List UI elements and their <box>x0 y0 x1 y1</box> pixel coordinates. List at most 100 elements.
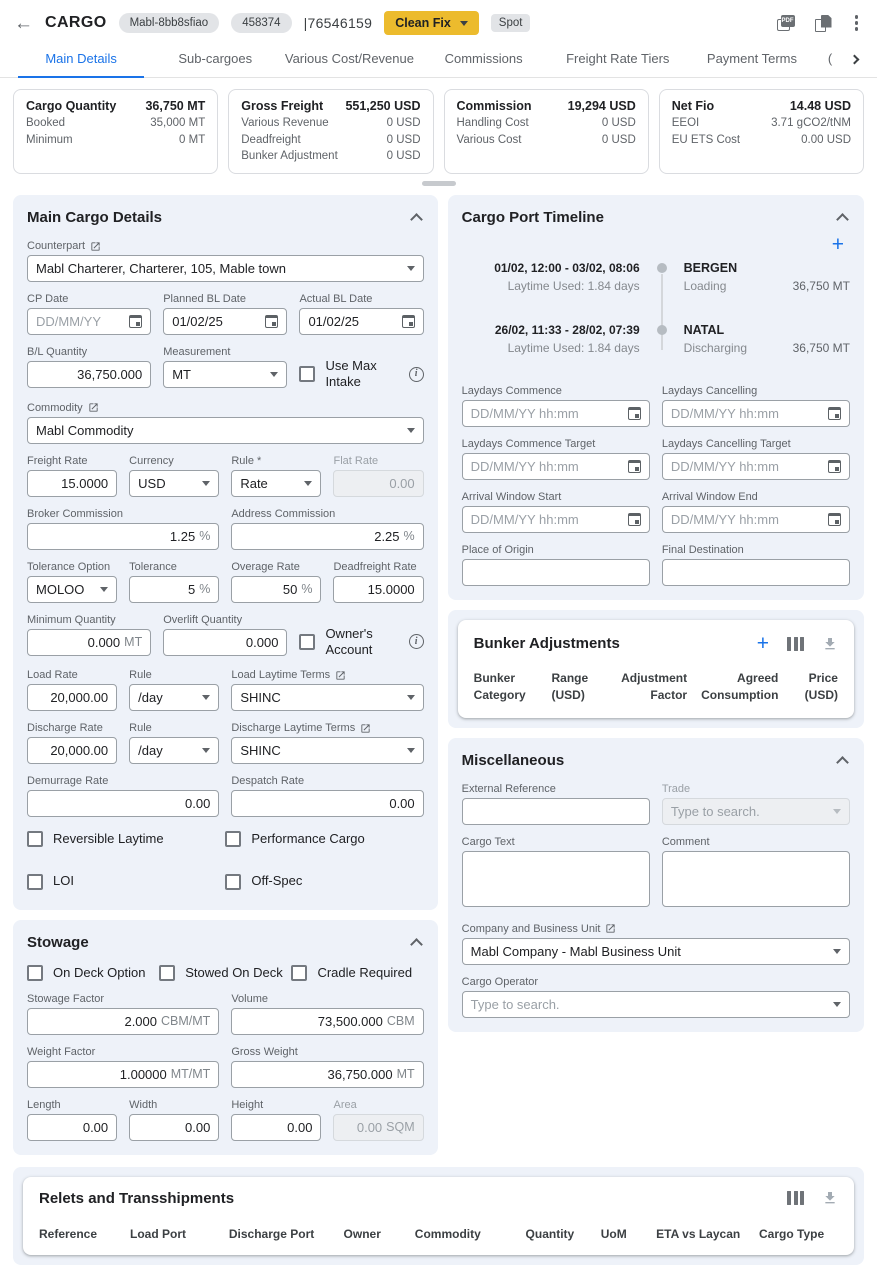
clean-fix-button[interactable]: Clean Fix <box>384 11 479 35</box>
external-link-icon[interactable] <box>335 670 346 681</box>
section-main-cargo-details: Main Cargo Details Counterpart Mabl Char… <box>13 195 438 910</box>
collapse-section-button[interactable] <box>836 756 849 769</box>
measurement-select[interactable]: MT <box>163 361 287 388</box>
gross-weight-input[interactable]: 36,750.000MT <box>231 1061 423 1088</box>
tab-main-details[interactable]: Main Details <box>14 42 148 77</box>
counterpart-select[interactable]: Mabl Charterer, Charterer, 105, Mable to… <box>27 255 424 282</box>
dropdown-arrow-icon <box>407 695 415 700</box>
external-link-icon[interactable] <box>90 241 101 252</box>
external-link-icon[interactable] <box>88 402 99 413</box>
overage-rate-input[interactable]: 50% <box>231 576 321 603</box>
tab-overflow[interactable]: ( <box>819 42 841 77</box>
weight-factor-input[interactable]: 1.00000MT/MT <box>27 1061 219 1088</box>
external-reference-input[interactable] <box>462 798 650 825</box>
company-business-unit-select[interactable]: Mabl Company - Mabl Business Unit <box>462 938 850 965</box>
place-of-origin-input[interactable] <box>462 559 650 586</box>
calendar-icon[interactable] <box>828 407 841 420</box>
address-commission-input[interactable]: 2.25% <box>231 523 423 550</box>
actual-bl-date-input[interactable]: 01/02/25 <box>299 308 423 335</box>
tabs-scroll-right-button[interactable] <box>841 42 867 77</box>
collapse-section-button[interactable] <box>836 213 849 226</box>
calendar-icon[interactable] <box>628 407 641 420</box>
cargo-text-input[interactable] <box>462 851 650 907</box>
download-icon[interactable] <box>822 636 838 652</box>
calendar-icon[interactable] <box>828 513 841 526</box>
commodity-select[interactable]: Mabl Commodity <box>27 417 424 444</box>
stowage-factor-input[interactable]: 2.000CBM/MT <box>27 1008 219 1035</box>
calendar-icon[interactable] <box>628 460 641 473</box>
calendar-icon[interactable] <box>628 513 641 526</box>
external-link-icon[interactable] <box>360 723 371 734</box>
width-input[interactable]: 0.00 <box>129 1114 219 1141</box>
off-spec-checkbox[interactable] <box>225 874 241 890</box>
on-deck-option-checkbox[interactable] <box>27 965 43 981</box>
final-destination-input[interactable] <box>662 559 850 586</box>
tab-various-cost-revenue[interactable]: Various Cost/Revenue <box>282 42 416 77</box>
stowed-on-deck-checkbox[interactable] <box>159 965 175 981</box>
laydays-cancelling-target-input[interactable]: DD/MM/YY hh:mm <box>662 453 850 480</box>
despatch-rate-input[interactable]: 0.00 <box>231 790 423 817</box>
calendar-icon[interactable] <box>129 315 142 328</box>
demurrage-rate-input[interactable]: 0.00 <box>27 790 219 817</box>
planned-bl-date-input[interactable]: 01/02/25 <box>163 308 287 335</box>
cp-date-input[interactable]: DD/MM/YY <box>27 308 151 335</box>
laydays-cancelling-input[interactable]: DD/MM/YY hh:mm <box>662 400 850 427</box>
tab-sub-cargoes[interactable]: Sub-cargoes <box>148 42 282 77</box>
calendar-icon[interactable] <box>828 460 841 473</box>
discharge-laytime-terms-select[interactable]: SHINC <box>231 737 423 764</box>
calendar-icon[interactable] <box>265 315 278 328</box>
owners-account-checkbox[interactable] <box>299 634 315 650</box>
length-input[interactable]: 0.00 <box>27 1114 117 1141</box>
cargo-id-badge: Mabl-8bb8sfiao <box>119 13 220 33</box>
cargo-operator-select[interactable]: Type to search. <box>462 991 850 1018</box>
cradle-required-checkbox[interactable] <box>291 965 307 981</box>
discharge-rate-input[interactable]: 20,000.00 <box>27 737 117 764</box>
calendar-icon[interactable] <box>402 315 415 328</box>
add-bunker-adjustment-button[interactable]: + <box>757 633 769 654</box>
overlift-quantity-input[interactable]: 0.000 <box>163 629 287 656</box>
broker-commission-input[interactable]: 1.25% <box>27 523 219 550</box>
load-rule-select[interactable]: /day <box>129 684 219 711</box>
back-button[interactable]: ← <box>14 14 33 33</box>
tab-freight-rate-tiers[interactable]: Freight Rate Tiers <box>551 42 685 77</box>
volume-input[interactable]: 73,500.000CBM <box>231 1008 423 1035</box>
columns-icon[interactable] <box>787 1191 804 1205</box>
add-port-button[interactable]: + <box>832 234 844 255</box>
rule-select[interactable]: Rate <box>231 470 321 497</box>
use-max-intake-checkbox[interactable] <box>299 366 315 382</box>
reversible-laytime-checkbox[interactable] <box>27 831 43 847</box>
load-rate-input[interactable]: 20,000.00 <box>27 684 117 711</box>
info-icon[interactable]: i <box>409 634 424 649</box>
tolerance-option-select[interactable]: MOLOO <box>27 576 117 603</box>
freight-rate-input[interactable]: 15.0000 <box>27 470 117 497</box>
discharge-rule-select[interactable]: /day <box>129 737 219 764</box>
arrival-window-end-input[interactable]: DD/MM/YY hh:mm <box>662 506 850 533</box>
more-options-button[interactable] <box>852 13 862 34</box>
load-laytime-terms-select[interactable]: SHINC <box>231 684 423 711</box>
tab-payment-terms[interactable]: Payment Terms <box>685 42 819 77</box>
download-icon[interactable] <box>822 1190 838 1206</box>
laydays-commence-target-input[interactable]: DD/MM/YY hh:mm <box>462 453 650 480</box>
bl-quantity-input[interactable]: 36,750.000 <box>27 361 151 388</box>
height-input[interactable]: 0.00 <box>231 1114 321 1141</box>
deadfreight-rate-input[interactable]: 15.0000 <box>333 576 423 603</box>
performance-cargo-checkbox[interactable] <box>225 831 241 847</box>
export-pdf-button[interactable]: PDF <box>777 15 795 31</box>
collapse-section-button[interactable] <box>410 213 423 226</box>
resize-handle[interactable] <box>422 181 456 186</box>
external-link-icon[interactable] <box>605 923 616 934</box>
minimum-quantity-input[interactable]: 0.000MT <box>27 629 151 656</box>
info-icon[interactable]: i <box>409 367 424 382</box>
tab-commissions[interactable]: Commissions <box>417 42 551 77</box>
copy-button[interactable] <box>815 15 832 32</box>
arrival-window-start-input[interactable]: DD/MM/YY hh:mm <box>462 506 650 533</box>
comment-input[interactable] <box>662 851 850 907</box>
collapse-section-button[interactable] <box>410 938 423 951</box>
columns-icon[interactable] <box>787 637 804 651</box>
tolerance-input[interactable]: 5% <box>129 576 219 603</box>
currency-select[interactable]: USD <box>129 470 219 497</box>
laydays-commence-input[interactable]: DD/MM/YY hh:mm <box>462 400 650 427</box>
loi-checkbox[interactable] <box>27 874 43 890</box>
checkbox-label: Owner's Account <box>325 626 389 659</box>
section-title: Miscellaneous <box>462 752 565 769</box>
